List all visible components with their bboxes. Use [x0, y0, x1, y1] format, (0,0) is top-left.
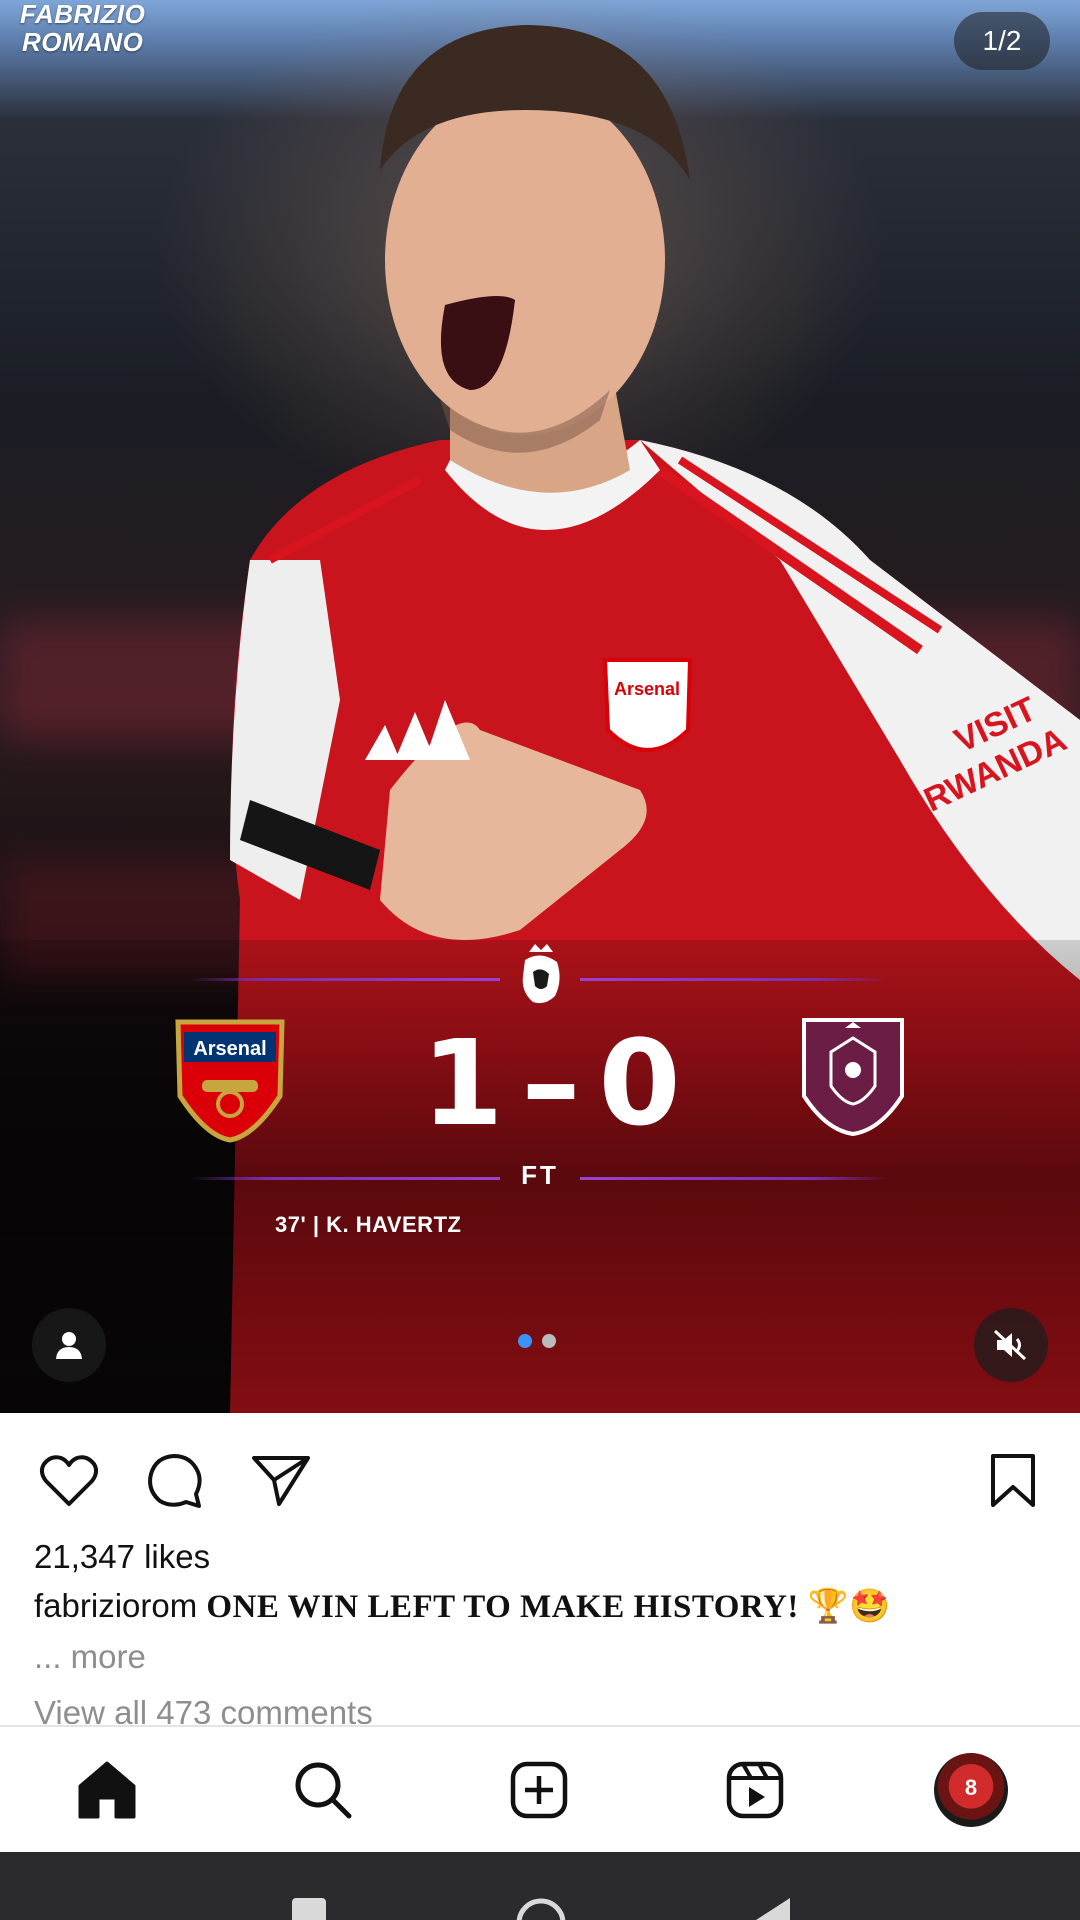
post-actions — [0, 1413, 1080, 1543]
carousel-dot — [518, 1334, 532, 1348]
recent-apps-icon[interactable] — [290, 1896, 328, 1920]
carousel-dot — [542, 1334, 556, 1348]
match-status: FT — [521, 1160, 559, 1190]
likes-count[interactable]: 21,347 likes — [34, 1538, 210, 1576]
score-separator: – — [521, 1014, 599, 1152]
shirt-badge-text: Arsenal — [614, 679, 680, 699]
nav-search[interactable] — [290, 1757, 356, 1823]
tagged-users-button[interactable] — [32, 1308, 106, 1382]
save-button[interactable] — [980, 1448, 1046, 1514]
home-system-icon[interactable] — [514, 1896, 568, 1920]
watermark-line-2: ROMANO — [21, 27, 144, 57]
view-comments-link[interactable]: View all 473 comments — [34, 1694, 373, 1724]
bottom-nav: 8 — [0, 1725, 1080, 1852]
nav-reels[interactable] — [722, 1757, 788, 1823]
heart-icon — [39, 1455, 99, 1506]
mute-button[interactable] — [974, 1308, 1048, 1382]
score: 1–0 — [405, 1024, 715, 1142]
arsenal-crest-text: Arsenal — [193, 1038, 266, 1060]
carousel-counter: 1/2 — [954, 12, 1050, 70]
reels-icon — [726, 1761, 784, 1819]
comment-icon — [148, 1454, 202, 1508]
comment-button[interactable] — [142, 1448, 208, 1514]
like-button[interactable] — [36, 1448, 102, 1514]
user-icon — [56, 1332, 82, 1359]
search-icon — [295, 1762, 352, 1819]
arsenal-crest: Arsenal — [175, 1019, 285, 1143]
score-away: 0 — [598, 1014, 699, 1152]
score-home: 1 — [421, 1014, 522, 1152]
premier-league-logo — [522, 944, 560, 1004]
goal-scorer: 37' | K. HAVERTZ — [275, 1212, 462, 1237]
post-media[interactable]: Arsenal VISIT RWANDA FABRIZIO ROMANO 1/2 — [0, 0, 1080, 1413]
watermark: FABRIZIO ROMANO — [20, 0, 145, 56]
speaker-muted-icon — [993, 1329, 1027, 1361]
watermark-line-1: FABRIZIO — [20, 0, 146, 29]
caption-username[interactable]: fabriziorom — [34, 1587, 197, 1624]
share-button[interactable] — [248, 1448, 314, 1514]
caption-text: ONE WIN LEFT TO MAKE HISTORY! 🏆🤩 — [206, 1589, 891, 1625]
create-icon — [510, 1761, 568, 1819]
avatar-number: 8 — [964, 1775, 978, 1800]
nav-home[interactable] — [74, 1757, 140, 1823]
divider-line — [580, 1177, 890, 1180]
divider-line — [190, 1177, 500, 1180]
nav-profile-avatar[interactable]: 8 — [934, 1753, 1008, 1827]
more-link[interactable]: ... more — [34, 1638, 146, 1676]
burnley-crest — [802, 1018, 904, 1137]
home-icon — [78, 1761, 136, 1819]
back-icon[interactable] — [752, 1896, 794, 1920]
send-icon — [252, 1456, 310, 1506]
system-nav-bar — [0, 1852, 1080, 1920]
divider-line — [190, 978, 500, 981]
scoreboard: Arsenal 1–0 FT 37' | K. HAVERTZ — [0, 940, 1080, 1240]
carousel-dots — [518, 1334, 556, 1348]
divider-line — [580, 978, 890, 981]
nav-create[interactable] — [506, 1757, 572, 1823]
bookmark-icon — [991, 1454, 1035, 1507]
post-caption: fabriziorom ONE WIN LEFT TO MAKE HISTORY… — [34, 1587, 1054, 1626]
